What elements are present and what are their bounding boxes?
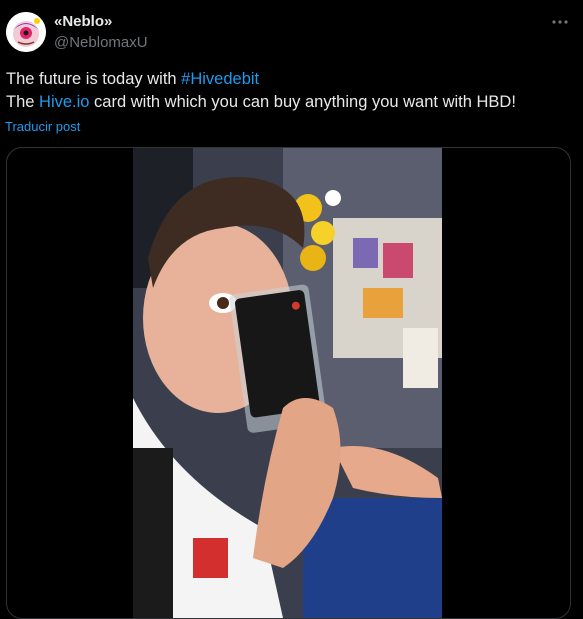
avatar[interactable] [6, 12, 46, 52]
author-handle[interactable]: @NeblomaxU [54, 34, 148, 51]
hive-io-link[interactable]: Hive.io [39, 93, 89, 111]
video-frame[interactable] [133, 148, 442, 618]
tweet-line-1: The future is today with #Hivedebit [6, 68, 573, 91]
translate-post-link[interactable]: Traducir post [5, 119, 80, 134]
more-horizontal-icon[interactable] [549, 12, 571, 32]
tweet-line-2: The Hive.io card with which you can buy … [6, 91, 573, 114]
video-still-image [133, 148, 442, 618]
tweet-line-2-suffix: card with which you can buy anything you… [89, 93, 516, 111]
tweet-text: The future is today with #Hivedebit The … [6, 68, 573, 114]
avatar-image [6, 12, 46, 52]
author-display-name[interactable]: «Neblo» [54, 13, 112, 30]
tweet-line-1-text: The future is today with [6, 70, 182, 88]
hashtag-link[interactable]: #Hivedebit [181, 70, 259, 88]
tweet-line-2-prefix: The [6, 93, 40, 111]
video-media[interactable] [6, 147, 571, 619]
